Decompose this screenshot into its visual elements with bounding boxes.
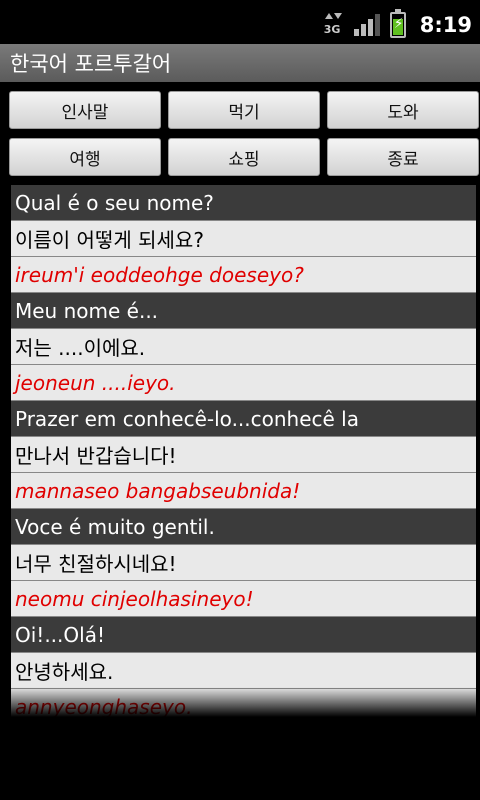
phrase-korean[interactable]: 만나서 반갑습니다! bbox=[11, 437, 476, 473]
signal-strength-icon bbox=[353, 14, 380, 36]
battery-charging-icon: ⚡ bbox=[389, 9, 406, 38]
phrase-romanization[interactable]: ireum'i eoddeohge doeseyo? bbox=[11, 257, 476, 293]
network-label: 3G bbox=[323, 23, 341, 36]
phrase-romanization[interactable]: jeoneun ....ieyo. bbox=[11, 365, 476, 401]
phrase-portuguese[interactable]: Prazer em conhecê-lo...conhecê la bbox=[11, 401, 476, 437]
phrase-korean[interactable]: 안녕하세요. bbox=[11, 653, 476, 689]
exit-button[interactable]: 종료 bbox=[327, 138, 479, 176]
phrase-romanization[interactable]: annyeonghaseyo. bbox=[11, 689, 476, 717]
phrase-portuguese[interactable]: Meu nome é... bbox=[11, 293, 476, 329]
network-3g-icon: 3G bbox=[324, 11, 344, 39]
status-icons: 3G ⚡ 8:19 bbox=[324, 0, 472, 50]
category-button-greetings[interactable]: 인사말 bbox=[9, 91, 161, 129]
app-title: 한국어 포르투갈어 bbox=[10, 52, 172, 76]
category-button-shopping[interactable]: 쇼핑 bbox=[168, 138, 320, 176]
phrase-korean[interactable]: 너무 친절하시네요! bbox=[11, 545, 476, 581]
category-button-travel[interactable]: 여행 bbox=[9, 138, 161, 176]
category-button-eating[interactable]: 먹기 bbox=[168, 91, 320, 129]
phrase-portuguese[interactable]: Voce é muito gentil. bbox=[11, 509, 476, 545]
app-title-bar: 한국어 포르투갈어 bbox=[0, 44, 480, 82]
phrase-romanization[interactable]: neomu cinjeolhasineyo! bbox=[11, 581, 476, 617]
phrase-korean[interactable]: 이름이 어떻게 되세요? bbox=[11, 221, 476, 257]
phrase-romanization[interactable]: mannaseo bangabseubnida! bbox=[11, 473, 476, 509]
phrase-portuguese[interactable]: Oi!...Olá! bbox=[11, 617, 476, 653]
status-bar: 3G ⚡ 8:19 bbox=[0, 0, 480, 50]
phrase-portuguese[interactable]: Qual é o seu nome? bbox=[11, 185, 476, 221]
phrase-list[interactable]: Qual é o seu nome? 이름이 어떻게 되세요? ireum'i … bbox=[11, 185, 476, 717]
phrase-korean[interactable]: 저는 ....이에요. bbox=[11, 329, 476, 365]
clock: 8:19 bbox=[419, 13, 472, 37]
category-button-help[interactable]: 도와 bbox=[327, 91, 479, 129]
